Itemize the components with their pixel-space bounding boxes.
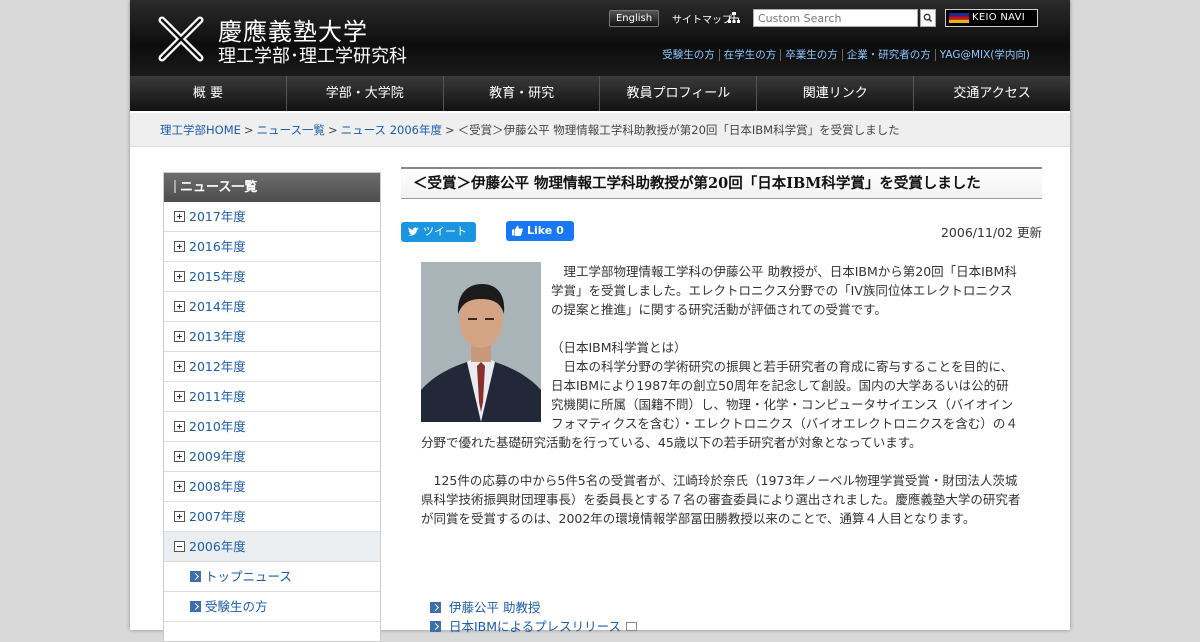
sidebar-year-2017[interactable]: 2017年度 (164, 202, 380, 232)
plus-icon (174, 451, 185, 462)
plus-icon (174, 421, 185, 432)
sitemap-icon[interactable] (728, 12, 740, 23)
nav-access[interactable]: 交通アクセス (914, 76, 1070, 111)
article-body: 理工学部物理情報工学科の伊藤公平 助教授が、日本IBMから第20回「日本IBM科… (421, 262, 1021, 528)
breadcrumb-separator: > (243, 123, 254, 137)
nav-education-research[interactable]: 教育・研究 (443, 76, 601, 111)
sidebar-year-label: 2007年度 (189, 509, 246, 524)
facebook-like-button[interactable]: Like 0 (506, 221, 574, 241)
sidebar-year-2013[interactable]: 2013年度 (164, 322, 380, 352)
tweet-button[interactable]: ツイート (401, 222, 476, 242)
sidebar-sub-top-news[interactable]: トップニュース (164, 562, 380, 592)
main-navigation: 概 要 学部・大学院 教育・研究 教員プロフィール 関連リンク 交通アクセス (130, 76, 1070, 111)
photo-float-spacer (421, 262, 551, 425)
sidebar-sub-label: 受験生の方 (205, 599, 268, 614)
search-icon (923, 13, 933, 23)
sidebar-year-label: 2016年度 (189, 239, 246, 254)
page: 慶應義塾大学 理工学部･理工学研究科 English サイトマップ KEIO N… (130, 0, 1070, 642)
thumbs-up-icon (512, 225, 523, 236)
like-label: Like 0 (527, 224, 564, 237)
keio-navi-label: KEIO NAVI (972, 12, 1026, 23)
english-button[interactable]: English (609, 10, 659, 27)
search-input[interactable] (753, 9, 918, 27)
plus-icon (174, 481, 185, 492)
sidebar-year-2012[interactable]: 2012年度 (164, 352, 380, 382)
keio-navi-button[interactable]: KEIO NAVI (945, 9, 1038, 27)
sidebar-year-label: 2006年度 (189, 539, 246, 554)
sidebar-year-2006[interactable]: 2006年度 (164, 532, 380, 562)
news-sidebar: ニュース一覧 2017年度 2016年度 2015年度 2014年度 2013年… (163, 172, 381, 642)
sidebar-year-2009[interactable]: 2009年度 (164, 442, 380, 472)
site-header: 慶應義塾大学 理工学部･理工学研究科 English サイトマップ KEIO N… (130, 0, 1070, 76)
sitemap-link[interactable]: サイトマップ (672, 11, 732, 26)
minus-icon (174, 541, 185, 552)
nav-related-links[interactable]: 関連リンク (757, 76, 915, 111)
sidebar-year-2011[interactable]: 2011年度 (164, 382, 380, 412)
audience-nav: 受験生の方 在学生の方 卒業生の方 企業・研究者の方 YAG@MIX(学内向) (658, 47, 1034, 62)
plus-icon (174, 511, 185, 522)
breadcrumb: 理工学部HOME > ニュース一覧 > ニュース 2006年度 > ＜受賞＞伊藤公平 物理情… (130, 113, 1070, 147)
plus-icon (174, 271, 185, 282)
arrow-right-icon (190, 601, 201, 612)
article-title: ＜受賞＞伊藤公平 物理情報工学科助教授が第20回「日本IBM科学賞」を受賞しまし… (401, 167, 1042, 199)
nav-overview[interactable]: 概 要 (130, 76, 287, 111)
plus-icon (174, 361, 185, 372)
arrow-right-icon (190, 571, 201, 582)
sidebar-year-label: 2015年度 (189, 269, 246, 284)
breadcrumb-news-2006[interactable]: ニュース 2006年度 (341, 123, 442, 137)
keio-flag-icon (949, 13, 969, 23)
plus-icon (174, 301, 185, 312)
related-link-professor[interactable]: 伊藤公平 助教授 (430, 598, 637, 617)
breadcrumb-separator: > (327, 123, 338, 137)
sidebar-year-label: 2009年度 (189, 449, 246, 464)
audience-link-applicants[interactable]: 受験生の方 (658, 49, 719, 61)
sidebar-year-2008[interactable]: 2008年度 (164, 472, 380, 502)
sidebar-year-2007[interactable]: 2007年度 (164, 502, 380, 532)
sidebar-year-2015[interactable]: 2015年度 (164, 262, 380, 292)
sidebar-sub-label: トップニュース (205, 569, 292, 584)
tweet-label: ツイート (423, 225, 467, 238)
sidebar-year-2014[interactable]: 2014年度 (164, 292, 380, 322)
sidebar-year-label: 2008年度 (189, 479, 246, 494)
plus-icon (174, 331, 185, 342)
sidebar-year-label: 2012年度 (189, 359, 246, 374)
article-paragraph: 125件の応募の中から5件5名の受賞者が、江崎玲於奈氏（1973年ノーベル物理学… (421, 473, 1021, 526)
audience-link-students[interactable]: 在学生の方 (718, 49, 781, 61)
breadcrumb-current: ＜受賞＞伊藤公平 物理情報工学科助教授が第20回「日本IBM科学賞」を受賞しまし… (457, 123, 900, 137)
sidebar-year-2016[interactable]: 2016年度 (164, 232, 380, 262)
sidebar-title: ニュース一覧 (164, 173, 380, 202)
nav-departments[interactable]: 学部・大学院 (286, 76, 444, 111)
related-link-label: 伊藤公平 助教授 (449, 600, 541, 615)
sidebar-sub-applicants[interactable]: 受験生の方 (164, 592, 380, 622)
sidebar-year-label: 2011年度 (189, 389, 246, 404)
audience-link-companies[interactable]: 企業・研究者の方 (841, 49, 935, 61)
audience-link-yagmix[interactable]: YAG@MIX(学内向) (934, 49, 1034, 61)
sidebar-year-label: 2014年度 (189, 299, 246, 314)
sidebar-year-label: 2013年度 (189, 329, 246, 344)
sidebar-title-label: ニュース一覧 (180, 180, 258, 195)
related-link-label: 日本IBMによるプレスリリース (449, 619, 622, 634)
twitter-bird-icon (408, 227, 419, 236)
nav-faculty-profiles[interactable]: 教員プロフィール (600, 76, 758, 111)
breadcrumb-home[interactable]: 理工学部HOME (160, 123, 241, 137)
sidebar-year-2010[interactable]: 2010年度 (164, 412, 380, 442)
audience-link-alumni[interactable]: 卒業生の方 (780, 49, 842, 61)
breadcrumb-separator: > (444, 123, 455, 137)
sidebar-year-label: 2017年度 (189, 209, 246, 224)
update-date: 2006/11/02 更新 (940, 225, 1042, 240)
related-links: 伊藤公平 助教授 日本IBMによるプレスリリース (430, 598, 638, 636)
search-button[interactable] (920, 9, 936, 27)
arrow-right-icon (430, 621, 441, 632)
arrow-right-icon (430, 602, 441, 613)
plus-icon (174, 211, 185, 222)
sidebar-year-label: 2010年度 (189, 419, 246, 434)
breadcrumb-news-list[interactable]: ニュース一覧 (257, 123, 325, 137)
plus-icon (174, 391, 185, 402)
plus-icon (174, 241, 185, 252)
faculty-name[interactable]: 理工学部･理工学研究科 (218, 42, 407, 68)
sidebar-title-bar (174, 180, 176, 193)
keio-pen-logo-icon[interactable] (156, 14, 206, 64)
related-link-ibm-press[interactable]: 日本IBMによるプレスリリース (430, 617, 638, 636)
